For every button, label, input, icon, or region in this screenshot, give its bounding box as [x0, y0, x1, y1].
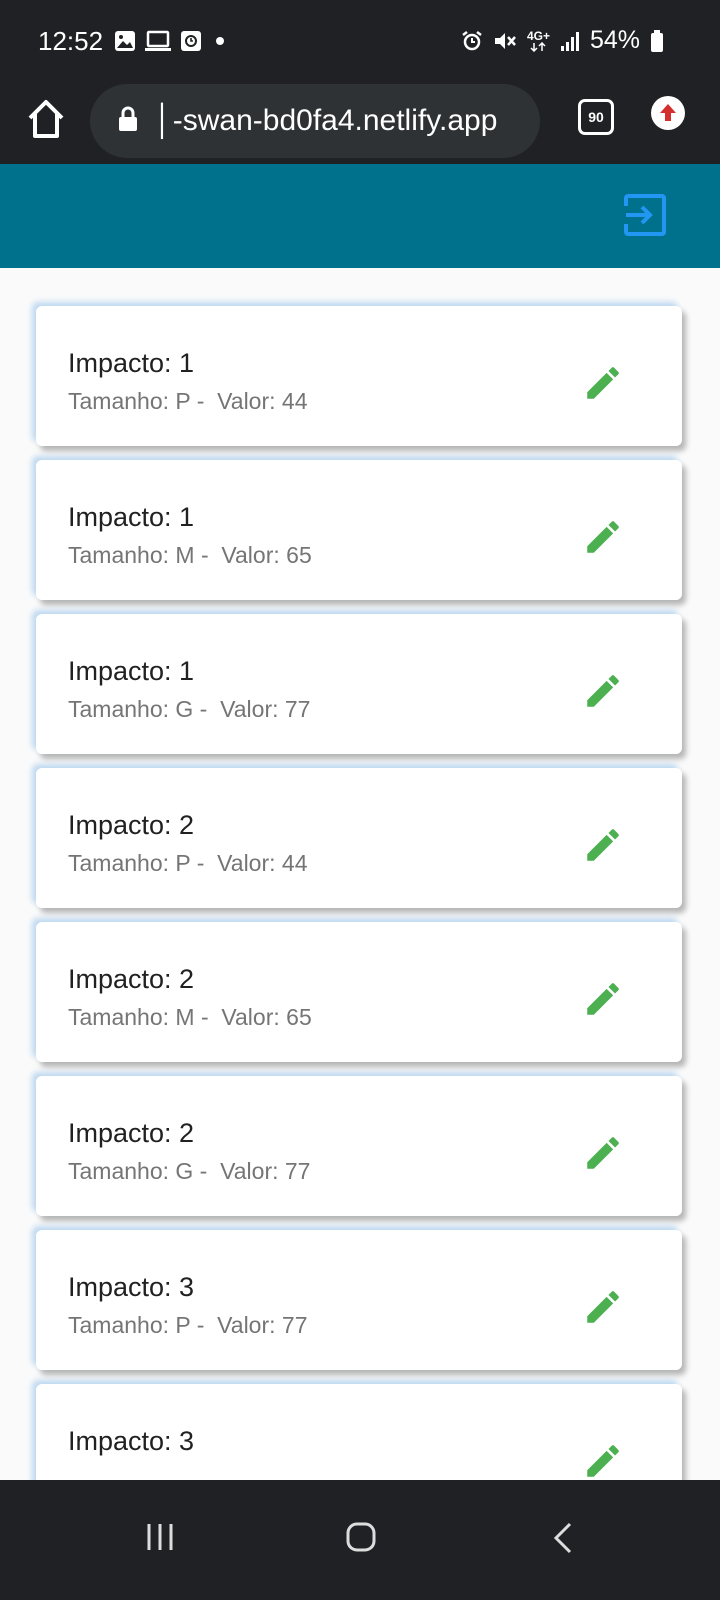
laptop-icon: [145, 30, 171, 51]
item-subtitle: Tamanho: M - Valor: 65: [68, 1004, 312, 1030]
list-item[interactable]: Impacto: 3: [36, 1384, 682, 1480]
update-button[interactable]: [651, 96, 685, 130]
item-title: Impacto: 2: [68, 1118, 195, 1148]
back-icon[interactable]: [552, 1522, 574, 1554]
edit-icon[interactable]: [582, 978, 624, 1020]
status-time: 12:52: [38, 26, 104, 56]
url-text: │-swan-bd0fa4.netlify.app: [154, 104, 498, 137]
dot-icon: [216, 37, 224, 45]
item-subtitle: Tamanho: M - Valor: 65: [68, 542, 312, 568]
browser-toolbar: │-swan-bd0fa4.netlify.app 90: [0, 82, 720, 164]
data-arrows-icon: [530, 41, 546, 52]
home-icon[interactable]: [26, 96, 66, 142]
item-list[interactable]: Impacto: 1 Tamanho: P - Valor: 44 Impact…: [0, 268, 720, 1480]
item-subtitle: Tamanho: G - Valor: 77: [68, 1158, 311, 1184]
status-bar: 12:52 4G+ 54%: [0, 0, 720, 82]
clock-app-icon: [181, 31, 201, 51]
lock-icon: [119, 106, 137, 131]
item-title: Impacto: 3: [68, 1272, 195, 1302]
edit-icon[interactable]: [582, 516, 624, 558]
alarm-icon: [462, 30, 482, 50]
system-nav-bar: [0, 1480, 720, 1600]
item-subtitle: Tamanho: P - Valor: 44: [68, 850, 308, 876]
signal-icon: [560, 31, 579, 51]
item-subtitle: Tamanho: P - Valor: 44: [68, 388, 308, 414]
item-subtitle: Tamanho: G - Valor: 77: [68, 696, 311, 722]
item-title: Impacto: 2: [68, 964, 195, 994]
mute-icon: [494, 32, 516, 49]
gallery-icon: [115, 31, 135, 51]
address-bar[interactable]: │-swan-bd0fa4.netlify.app: [90, 84, 540, 158]
battery-percent: 54%: [589, 26, 640, 54]
list-item[interactable]: Impacto: 2 Tamanho: M - Valor: 65: [36, 922, 682, 1062]
recent-apps-icon[interactable]: [146, 1522, 174, 1552]
item-title: Impacto: 1: [68, 348, 195, 378]
item-title: Impacto: 2: [68, 810, 195, 840]
edit-icon[interactable]: [582, 1132, 624, 1174]
item-title: Impacto: 1: [68, 656, 195, 686]
edit-icon[interactable]: [582, 824, 624, 866]
edit-icon[interactable]: [582, 1440, 624, 1480]
arrow-up-icon: [660, 104, 676, 121]
list-item[interactable]: Impacto: 2 Tamanho: P - Valor: 44: [36, 768, 682, 908]
item-title: Impacto: 3: [68, 1426, 195, 1456]
status-right: 4G+ 54%: [461, 26, 664, 55]
battery-icon: [651, 29, 663, 52]
home-nav-icon[interactable]: [346, 1522, 376, 1552]
network-label: 4G+: [526, 28, 550, 43]
edit-icon[interactable]: [582, 362, 624, 404]
list-item[interactable]: Impacto: 3 Tamanho: P - Valor: 77: [36, 1230, 682, 1370]
list-item[interactable]: Impacto: 1 Tamanho: M - Valor: 65: [36, 460, 682, 600]
item-title: Impacto: 1: [68, 502, 195, 532]
list-item[interactable]: Impacto: 1 Tamanho: P - Valor: 44: [36, 306, 682, 446]
tab-switcher-button[interactable]: 90: [578, 99, 614, 135]
edit-icon[interactable]: [582, 670, 624, 712]
item-subtitle: Tamanho: P - Valor: 77: [68, 1312, 308, 1338]
list-item[interactable]: Impacto: 1 Tamanho: G - Valor: 77: [36, 614, 682, 754]
app-bar: [0, 164, 720, 268]
notification-icons: [114, 30, 228, 52]
logout-icon[interactable]: [622, 192, 668, 238]
edit-icon[interactable]: [582, 1286, 624, 1328]
list-item[interactable]: Impacto: 2 Tamanho: G - Valor: 77: [36, 1076, 682, 1216]
